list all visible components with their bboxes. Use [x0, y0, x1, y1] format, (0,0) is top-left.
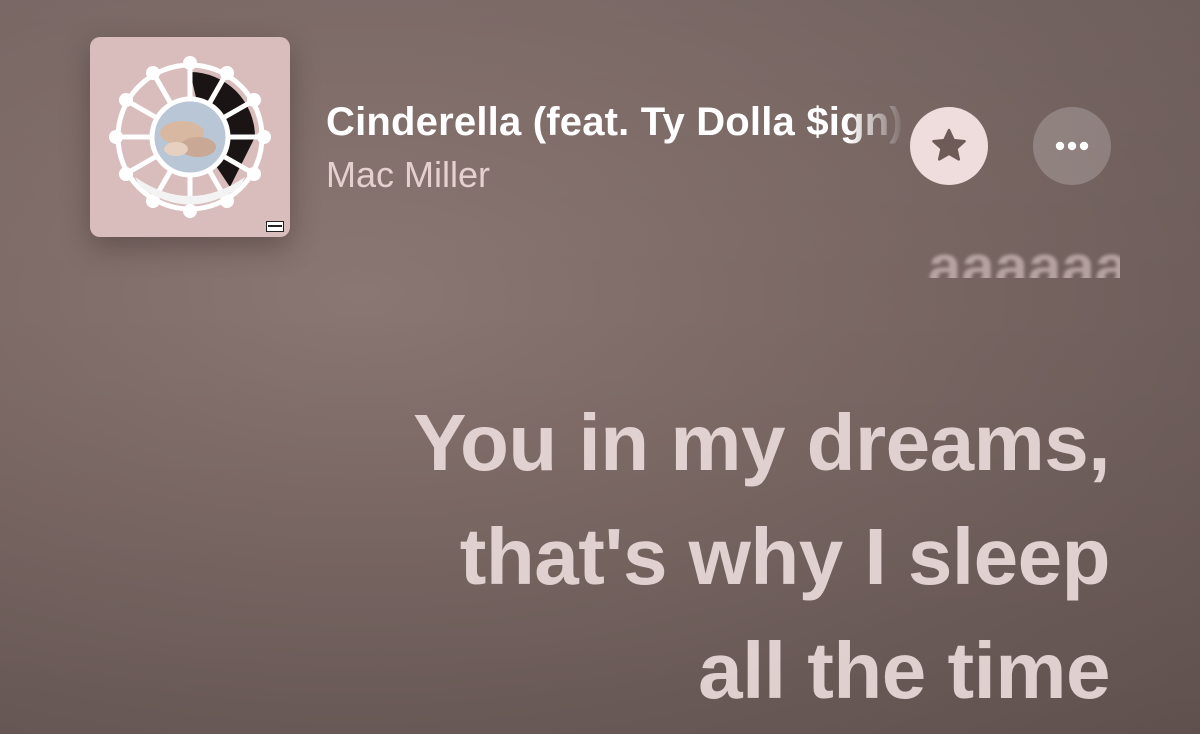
previous-lyric-line[interactable]: aaaaaa — [920, 248, 1120, 278]
artist-name[interactable]: Mac Miller — [326, 154, 490, 196]
ellipsis-icon — [1055, 141, 1089, 151]
more-options-button[interactable] — [1033, 107, 1111, 185]
album-artwork[interactable] — [90, 37, 290, 237]
lyric-line: all the time — [698, 626, 1110, 715]
now-playing-header: Cinderella (feat. Ty Dolla $ign) Mac Mil… — [0, 0, 1200, 260]
current-lyric-block[interactable]: You in my dreams, that's why I sleep all… — [210, 386, 1110, 728]
song-title[interactable]: Cinderella (feat. Ty Dolla $ign) — [326, 100, 906, 145]
favorite-button[interactable] — [910, 107, 988, 185]
album-artwork-icon — [109, 56, 271, 218]
lyric-line: You in my dreams, — [413, 398, 1110, 487]
previous-lyric-text: aaaaaa — [928, 248, 1120, 278]
star-icon — [932, 128, 966, 161]
explicit-advisory-icon — [266, 221, 284, 232]
lyric-line: that's why I sleep — [459, 512, 1111, 601]
